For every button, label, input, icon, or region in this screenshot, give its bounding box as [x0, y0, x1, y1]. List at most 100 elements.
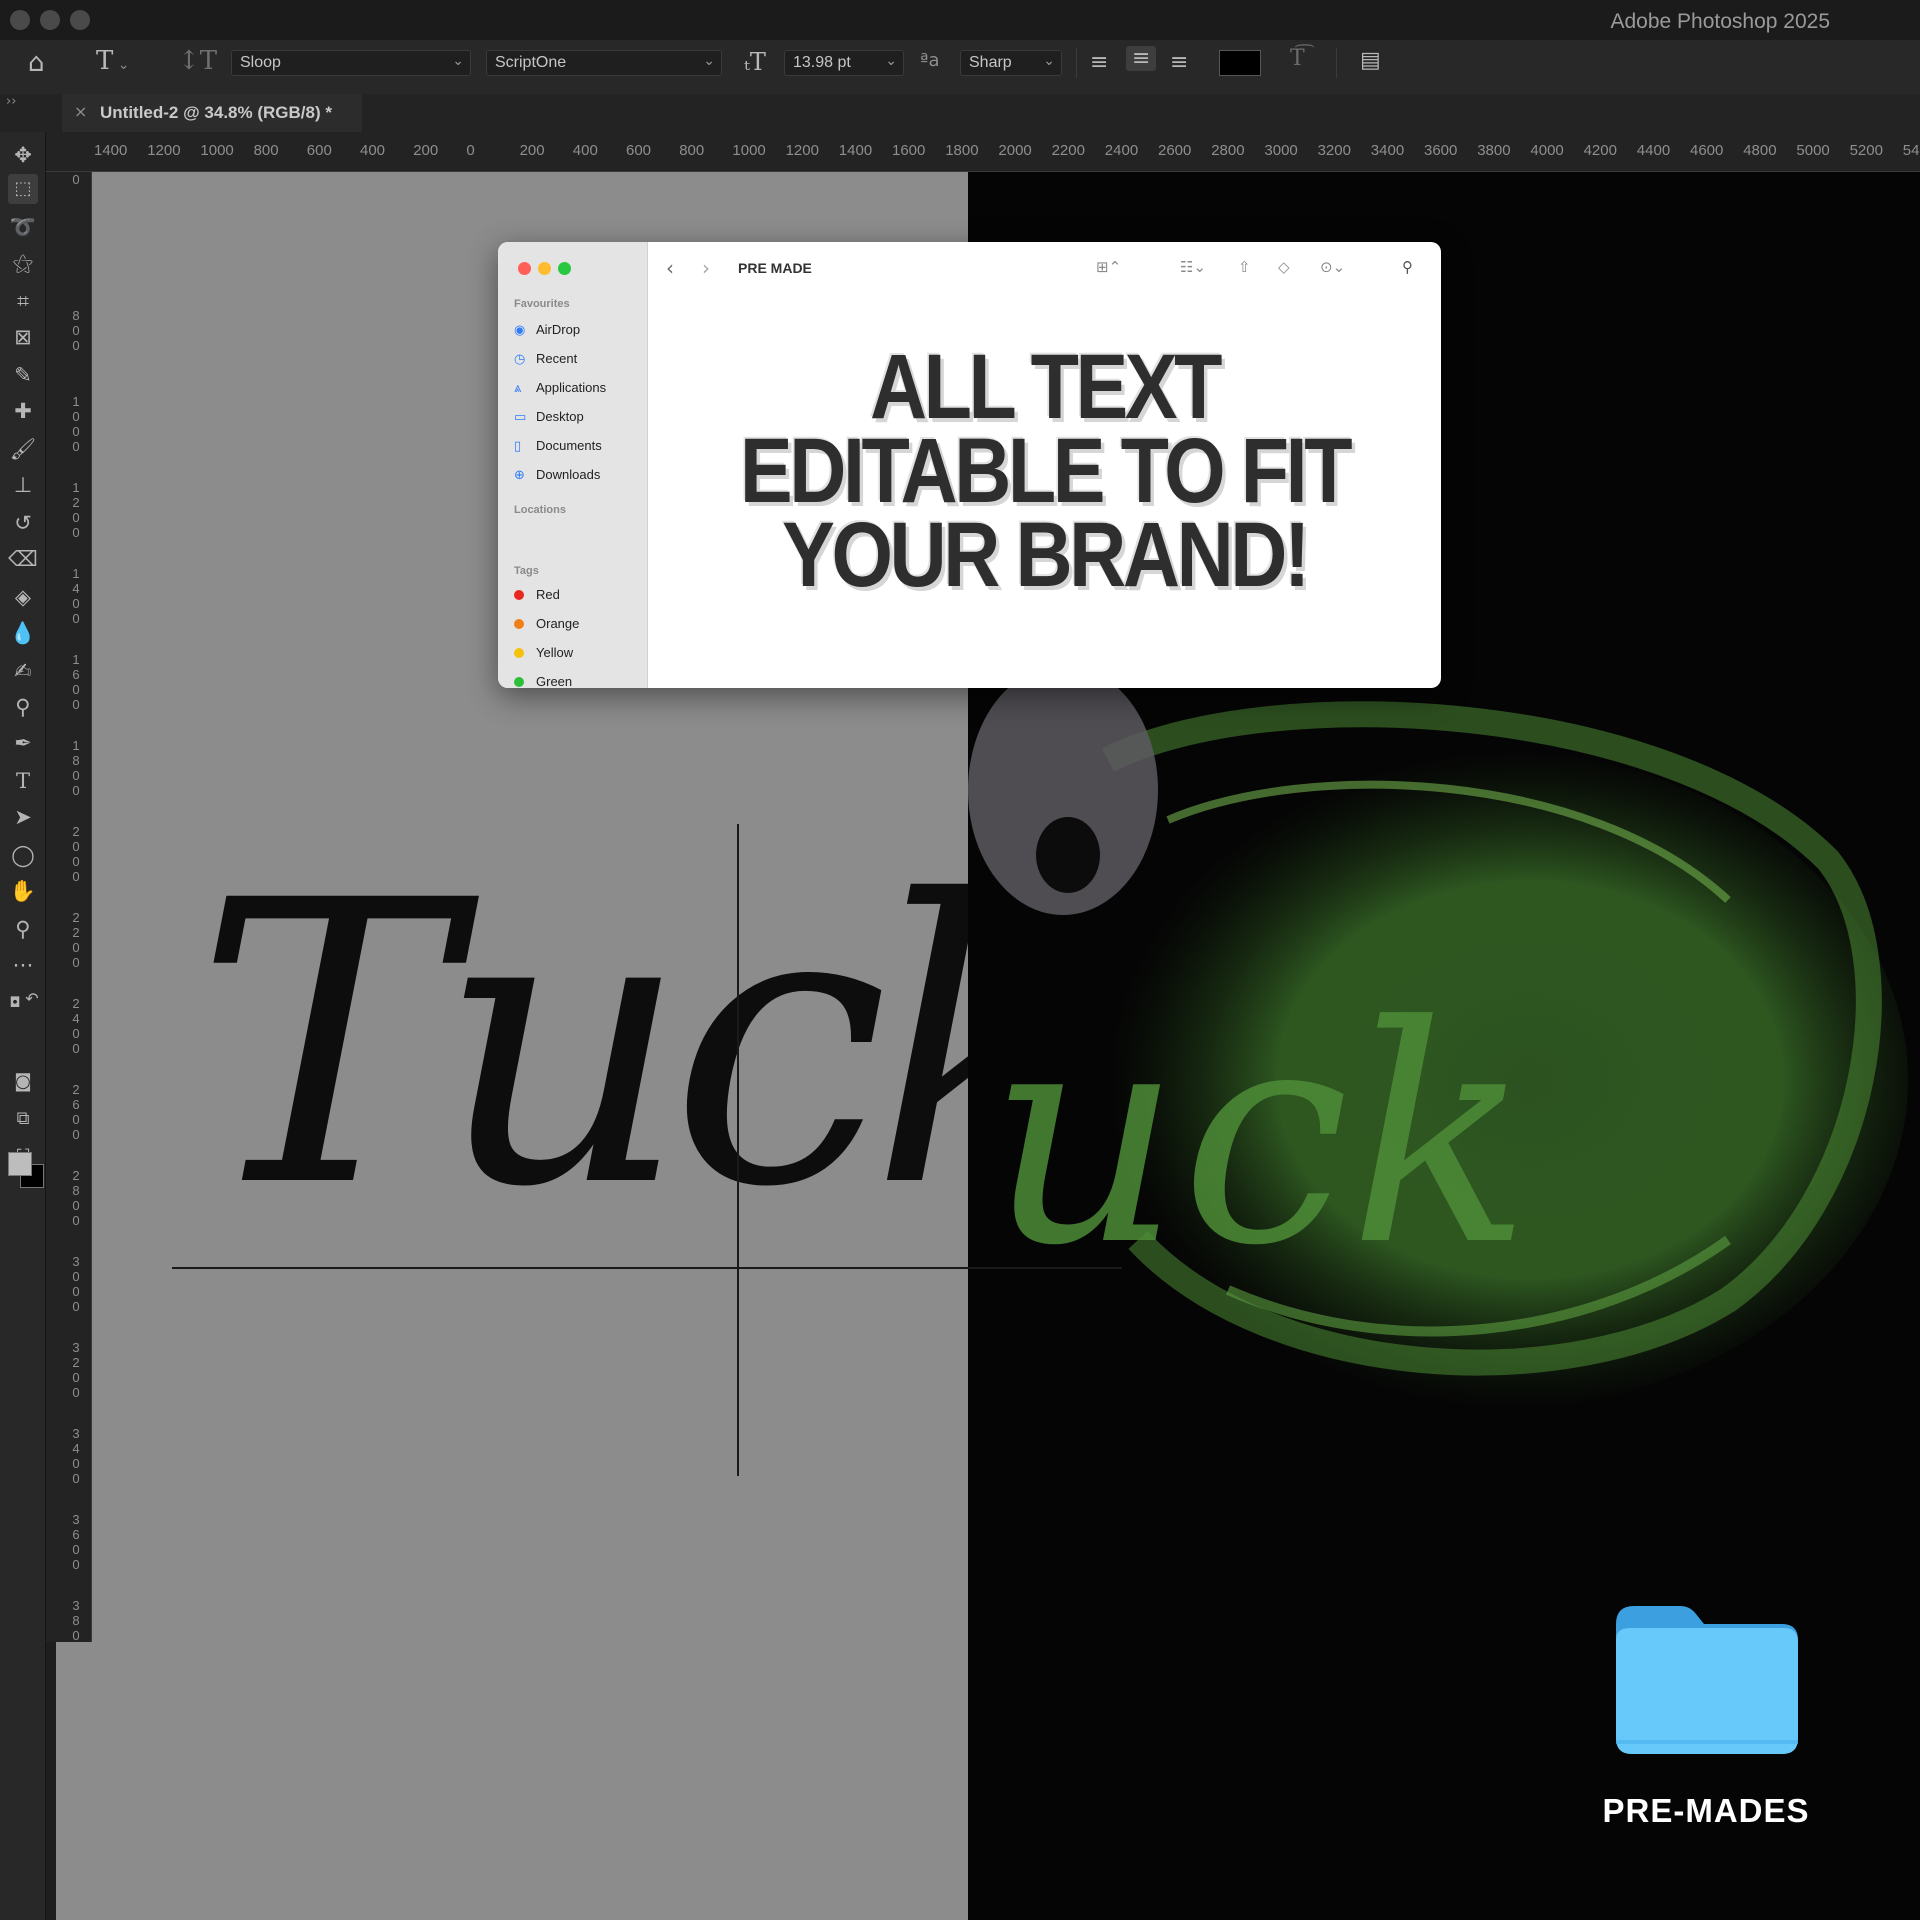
sidebar-item-downloads[interactable]: ⊕ Downloads	[514, 467, 600, 483]
minimize-window-button[interactable]	[538, 262, 551, 275]
blur-tool-icon[interactable]: 💧	[8, 618, 38, 648]
close-icon[interactable]: ×	[74, 102, 87, 121]
sidebar-tag-green[interactable]: Green	[514, 674, 572, 688]
move-tool-icon[interactable]: ✥	[8, 140, 38, 170]
path-selection-tool-icon[interactable]: ➤	[8, 802, 38, 832]
sidebar-item-documents[interactable]: ▯ Documents	[514, 438, 602, 454]
share-icon[interactable]: ⇧	[1238, 258, 1251, 276]
vertical-ruler[interactable]: 0 800 1000 1200 1400 1600 1800 2000 2200 2400 2600…	[46, 172, 92, 1642]
back-chevron-icon[interactable]: ‹	[666, 256, 674, 280]
sidebar-item-label: Desktop	[536, 409, 584, 424]
sidebar-tag-orange[interactable]: Orange	[514, 616, 579, 631]
ruler-tick-label: 0	[466, 142, 475, 159]
sidebar-tag-red[interactable]: Red	[514, 587, 560, 602]
ruler-tick-label: 2800	[72, 1168, 80, 1228]
hand-tool-icon[interactable]: ✋	[8, 876, 38, 906]
tags-heading: Tags	[514, 565, 539, 577]
ruler-tick-label: 4200	[1583, 142, 1617, 159]
sidebar-item-recent[interactable]: ◷ Recent	[514, 351, 577, 367]
zoom-lens-tool-icon[interactable]: ⚲	[8, 692, 38, 722]
close-window-button[interactable]	[10, 10, 30, 30]
type-tool-preset-icon[interactable]: T ⌄	[96, 46, 130, 76]
ruler-tick-label: 800	[72, 308, 80, 353]
dodge-tool-icon[interactable]: ✍	[8, 656, 38, 686]
align-right-icon[interactable]: ≡	[1170, 50, 1188, 75]
tag-icon[interactable]: ◇	[1278, 258, 1290, 276]
swap-colors-icon[interactable]: ↶	[22, 984, 42, 1014]
sidebar-item-applications[interactable]: ⩓ Applications	[514, 380, 606, 396]
text-orientation-icon[interactable]: ↕T	[178, 46, 217, 76]
font-style-select[interactable]: ScriptOne ⌄	[486, 50, 722, 76]
more-actions-icon[interactable]: ⊙⌄	[1320, 258, 1345, 276]
promo-headline-line: EDITABLE TO FIT	[739, 420, 1353, 522]
marquee-tool-icon[interactable]: ⬚	[8, 174, 38, 204]
minimize-window-button[interactable]	[40, 10, 60, 30]
document-icon: ▯	[514, 439, 522, 454]
paint-bucket-tool-icon[interactable]: ◈	[8, 582, 38, 612]
zoom-window-button[interactable]	[70, 10, 90, 30]
character-panel-icon[interactable]: ▤	[1360, 48, 1381, 73]
align-center-icon[interactable]: ≡	[1126, 46, 1157, 71]
ruler-tick-label: 1200	[147, 142, 181, 159]
lasso-tool-icon[interactable]: ➰	[8, 212, 38, 242]
promo-headline-line: YOUR BRAND!	[782, 504, 1310, 606]
font-size-field[interactable]: 13.98 pt ⌄	[784, 50, 904, 76]
finder-sidebar: Favourites ◉ AirDrop ◷ Recent ⩓ Applications ▭…	[498, 242, 648, 688]
ruler-tick-label: 3600	[72, 1512, 80, 1572]
ruler-tick-label: 3200	[72, 1340, 80, 1400]
view-grid-icon[interactable]: ⊞⌃	[1096, 258, 1121, 276]
home-icon[interactable]: ⌂	[28, 48, 45, 78]
zoom-window-button[interactable]	[558, 262, 571, 275]
ruler-tick-label: 3000	[72, 1254, 80, 1314]
eraser-tool-icon[interactable]: ⌫	[8, 544, 38, 574]
antialias-select[interactable]: Sharp ⌄	[960, 50, 1062, 76]
pen-tool-icon[interactable]: ✒	[8, 728, 38, 758]
healing-brush-tool-icon[interactable]: ✚	[8, 396, 38, 426]
zoom-tool-icon[interactable]: ⚲	[8, 914, 38, 944]
tag-color-dot	[514, 619, 524, 629]
stamp-tool-icon[interactable]: ⊥	[8, 470, 38, 500]
close-window-button[interactable]	[518, 262, 531, 275]
more-tools-icon[interactable]: ⋯	[8, 950, 38, 980]
ruler-tick-label: 2400	[72, 996, 80, 1056]
font-family-value: Sloop	[240, 54, 281, 71]
double-chevron-icon[interactable]: ››	[6, 94, 16, 109]
font-family-select[interactable]: Sloop ⌄	[231, 50, 471, 76]
ruler-tick-label: 1800	[945, 142, 979, 159]
ruler-tick-label: 3800	[1477, 142, 1511, 159]
text-color-swatch[interactable]	[1219, 50, 1261, 76]
crop-tool-icon[interactable]: ⌗	[8, 286, 38, 316]
sidebar-tag-yellow[interactable]: Yellow	[514, 645, 573, 660]
group-icon[interactable]: ☷⌄	[1180, 258, 1206, 276]
horizontal-ruler[interactable]: 1400 1200 1000 800 600 400 200 0 200 400 600 800 100…	[46, 132, 1920, 172]
history-brush-tool-icon[interactable]: ↺	[8, 508, 38, 538]
document-tab[interactable]: × Untitled-2 @ 34.8% (RGB/8) *	[62, 94, 362, 132]
align-left-icon[interactable]: ≡	[1090, 50, 1108, 75]
eyedropper-tool-icon[interactable]: ✎	[8, 360, 38, 390]
font-size-value: 13.98 pt	[793, 54, 851, 71]
ruler-tick-label: 2000	[998, 142, 1032, 159]
ruler-tick-label: 4600	[1690, 142, 1724, 159]
forward-chevron-icon[interactable]: ›	[702, 256, 710, 280]
sidebar-item-airdrop[interactable]: ◉ AirDrop	[514, 322, 580, 338]
sidebar-item-desktop[interactable]: ▭ Desktop	[514, 409, 584, 425]
finder-window[interactable]: Favourites ◉ AirDrop ◷ Recent ⩓ Applications ▭…	[498, 242, 1441, 688]
screen-mode-icon[interactable]: ⧉	[8, 1104, 38, 1134]
ruler-tick-label: 1800	[72, 738, 80, 798]
frame-tool-icon[interactable]: ⊠	[8, 322, 38, 352]
warp-text-icon[interactable]: T͡	[1290, 46, 1305, 71]
ellipse-tool-icon[interactable]: ◯	[8, 840, 38, 870]
app-title: Adobe Photoshop 2025	[1610, 10, 1830, 33]
sidebar-tag-label: Green	[536, 674, 573, 688]
brush-tool-icon[interactable]: 🖌	[8, 434, 38, 464]
favourites-heading: Favourites	[514, 298, 570, 310]
ruler-tick-label: 1600	[72, 652, 80, 712]
type-tool-icon[interactable]: T	[8, 766, 38, 796]
folder-icon[interactable]	[1610, 1598, 1802, 1758]
quick-mask-icon[interactable]: ◙	[8, 1067, 38, 1097]
green-smoke-artwork: uck	[968, 665, 1908, 1410]
magic-wand-tool-icon[interactable]: ⚝	[8, 248, 38, 278]
ruler-tick-label: 0	[72, 172, 80, 187]
search-icon[interactable]: ⚲	[1402, 258, 1413, 276]
foreground-color-swatch[interactable]	[8, 1152, 32, 1176]
